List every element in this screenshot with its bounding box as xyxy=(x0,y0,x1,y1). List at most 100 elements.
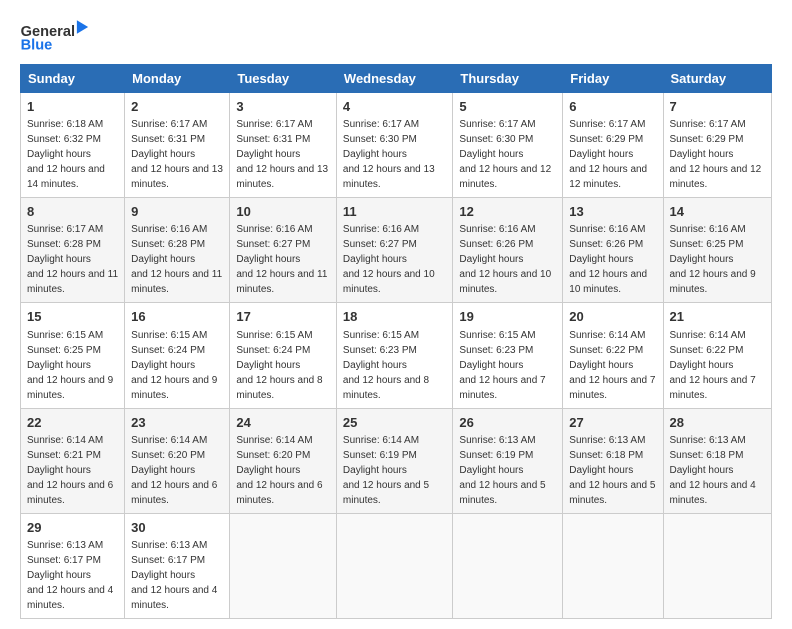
day-number: 22 xyxy=(27,414,118,432)
calendar-table: SundayMondayTuesdayWednesdayThursdayFrid… xyxy=(20,64,772,619)
day-info: Sunrise: 6:16 AMSunset: 6:25 PMDaylight … xyxy=(670,224,756,295)
day-info: Sunrise: 6:13 AMSunset: 6:18 PMDaylight … xyxy=(670,435,756,506)
day-cell: 29Sunrise: 6:13 AMSunset: 6:17 PMDayligh… xyxy=(21,513,125,618)
day-number: 26 xyxy=(459,414,556,432)
svg-text:Blue: Blue xyxy=(21,38,53,54)
weekday-header-saturday: Saturday xyxy=(663,65,772,93)
day-number: 7 xyxy=(670,98,766,116)
day-number: 27 xyxy=(569,414,656,432)
day-info: Sunrise: 6:17 AMSunset: 6:29 PMDaylight … xyxy=(569,119,647,190)
day-info: Sunrise: 6:17 AMSunset: 6:31 PMDaylight … xyxy=(131,119,223,190)
day-number: 14 xyxy=(670,203,766,221)
week-row-1: 1 Sunrise: 6:18 AMSunset: 6:32 PMDaylight… xyxy=(21,93,772,198)
week-row-5: 29 Sunrise: 6:13 AMSunset: 6:17 PMDayligh… xyxy=(21,513,772,618)
day-number: 13 xyxy=(569,203,656,221)
day-cell: 6 Sunrise: 6:17 AMSunset: 6:29 PMDaylight… xyxy=(563,93,663,198)
header-row: SundayMondayTuesdayWednesdayThursdayFrid… xyxy=(21,65,772,93)
day-info: Sunrise: 6:16 AMSunset: 6:26 PMDaylight … xyxy=(459,224,551,295)
logo: GeneralBlue xyxy=(20,18,100,54)
day-cell: 17 Sunrise: 6:15 AMSunset: 6:24 PMDayligh… xyxy=(230,303,337,408)
day-cell: 25 Sunrise: 6:14 AMSunset: 6:19 PMDayligh… xyxy=(336,408,453,513)
week-row-4: 22 Sunrise: 6:14 AMSunset: 6:21 PMDayligh… xyxy=(21,408,772,513)
day-cell xyxy=(453,513,563,618)
day-number: 1 xyxy=(27,98,118,116)
day-info: Sunrise: 6:16 AMSunset: 6:27 PMDaylight … xyxy=(343,224,435,295)
day-number: 19 xyxy=(459,308,556,326)
day-cell: 18 Sunrise: 6:15 AMSunset: 6:23 PMDayligh… xyxy=(336,303,453,408)
day-number: 6 xyxy=(569,98,656,116)
day-cell xyxy=(663,513,772,618)
weekday-header-friday: Friday xyxy=(563,65,663,93)
week-row-3: 15 Sunrise: 6:15 AMSunset: 6:25 PMDayligh… xyxy=(21,303,772,408)
day-info: Sunrise: 6:13 AMSunset: 6:17 PMDaylight … xyxy=(131,540,217,611)
day-info: Sunrise: 6:14 AMSunset: 6:21 PMDaylight … xyxy=(27,435,113,506)
day-cell: 23 Sunrise: 6:14 AMSunset: 6:20 PMDayligh… xyxy=(125,408,230,513)
day-cell: 19 Sunrise: 6:15 AMSunset: 6:23 PMDayligh… xyxy=(453,303,563,408)
day-info: Sunrise: 6:17 AMSunset: 6:30 PMDaylight … xyxy=(459,119,551,190)
day-info: Sunrise: 6:17 AMSunset: 6:28 PMDaylight … xyxy=(27,224,118,295)
weekday-header-thursday: Thursday xyxy=(453,65,563,93)
day-number: 17 xyxy=(236,308,330,326)
day-info: Sunrise: 6:18 AMSunset: 6:32 PMDaylight … xyxy=(27,119,105,190)
day-info: Sunrise: 6:15 AMSunset: 6:23 PMDaylight … xyxy=(459,330,545,401)
day-number: 11 xyxy=(343,203,447,221)
day-number: 30 xyxy=(131,519,223,537)
day-info: Sunrise: 6:16 AMSunset: 6:28 PMDaylight … xyxy=(131,224,222,295)
day-cell: 7 Sunrise: 6:17 AMSunset: 6:29 PMDaylight… xyxy=(663,93,772,198)
day-number: 23 xyxy=(131,414,223,432)
day-number: 3 xyxy=(236,98,330,116)
day-cell: 22 Sunrise: 6:14 AMSunset: 6:21 PMDayligh… xyxy=(21,408,125,513)
day-cell: 28 Sunrise: 6:13 AMSunset: 6:18 PMDayligh… xyxy=(663,408,772,513)
day-number: 25 xyxy=(343,414,447,432)
day-cell xyxy=(230,513,337,618)
day-info: Sunrise: 6:16 AMSunset: 6:27 PMDaylight … xyxy=(236,224,327,295)
day-cell: 11 Sunrise: 6:16 AMSunset: 6:27 PMDayligh… xyxy=(336,198,453,303)
day-number: 15 xyxy=(27,308,118,326)
day-cell: 3 Sunrise: 6:17 AMSunset: 6:31 PMDaylight… xyxy=(230,93,337,198)
day-cell: 21 Sunrise: 6:14 AMSunset: 6:22 PMDayligh… xyxy=(663,303,772,408)
day-number: 21 xyxy=(670,308,766,326)
day-cell: 5 Sunrise: 6:17 AMSunset: 6:30 PMDaylight… xyxy=(453,93,563,198)
day-info: Sunrise: 6:15 AMSunset: 6:24 PMDaylight … xyxy=(236,330,322,401)
day-cell xyxy=(563,513,663,618)
day-cell: 14 Sunrise: 6:16 AMSunset: 6:25 PMDayligh… xyxy=(663,198,772,303)
day-number: 9 xyxy=(131,203,223,221)
day-number: 4 xyxy=(343,98,447,116)
day-cell: 27 Sunrise: 6:13 AMSunset: 6:18 PMDayligh… xyxy=(563,408,663,513)
weekday-header-wednesday: Wednesday xyxy=(336,65,453,93)
day-info: Sunrise: 6:14 AMSunset: 6:19 PMDaylight … xyxy=(343,435,429,506)
day-info: Sunrise: 6:17 AMSunset: 6:30 PMDaylight … xyxy=(343,119,435,190)
day-cell: 26 Sunrise: 6:13 AMSunset: 6:19 PMDayligh… xyxy=(453,408,563,513)
weekday-header-monday: Monday xyxy=(125,65,230,93)
day-info: Sunrise: 6:16 AMSunset: 6:26 PMDaylight … xyxy=(569,224,647,295)
day-info: Sunrise: 6:15 AMSunset: 6:24 PMDaylight … xyxy=(131,330,217,401)
day-number: 5 xyxy=(459,98,556,116)
day-number: 10 xyxy=(236,203,330,221)
day-info: Sunrise: 6:14 AMSunset: 6:20 PMDaylight … xyxy=(236,435,322,506)
day-info: Sunrise: 6:13 AMSunset: 6:18 PMDaylight … xyxy=(569,435,655,506)
day-cell xyxy=(336,513,453,618)
day-cell: 9 Sunrise: 6:16 AMSunset: 6:28 PMDaylight… xyxy=(125,198,230,303)
day-cell: 16 Sunrise: 6:15 AMSunset: 6:24 PMDayligh… xyxy=(125,303,230,408)
day-number: 18 xyxy=(343,308,447,326)
day-cell: 13 Sunrise: 6:16 AMSunset: 6:26 PMDayligh… xyxy=(563,198,663,303)
day-cell: 24Sunrise: 6:14 AMSunset: 6:20 PMDayligh… xyxy=(230,408,337,513)
day-info: Sunrise: 6:14 AMSunset: 6:22 PMDaylight … xyxy=(670,330,756,401)
day-info: Sunrise: 6:17 AMSunset: 6:31 PMDaylight … xyxy=(236,119,328,190)
day-info: Sunrise: 6:13 AMSunset: 6:19 PMDaylight … xyxy=(459,435,545,506)
header: GeneralBlue xyxy=(20,18,772,54)
day-cell: 12Sunrise: 6:16 AMSunset: 6:26 PMDayligh… xyxy=(453,198,563,303)
day-info: Sunrise: 6:15 AMSunset: 6:23 PMDaylight … xyxy=(343,330,429,401)
day-info: Sunrise: 6:17 AMSunset: 6:29 PMDaylight … xyxy=(670,119,762,190)
day-info: Sunrise: 6:14 AMSunset: 6:22 PMDaylight … xyxy=(569,330,655,401)
day-cell: 30 Sunrise: 6:13 AMSunset: 6:17 PMDayligh… xyxy=(125,513,230,618)
day-number: 16 xyxy=(131,308,223,326)
day-number: 20 xyxy=(569,308,656,326)
page: GeneralBlue SundayMondayTuesdayWednesday… xyxy=(0,0,792,629)
day-number: 29 xyxy=(27,519,118,537)
day-number: 28 xyxy=(670,414,766,432)
day-info: Sunrise: 6:14 AMSunset: 6:20 PMDaylight … xyxy=(131,435,217,506)
day-cell: 4 Sunrise: 6:17 AMSunset: 6:30 PMDaylight… xyxy=(336,93,453,198)
weekday-header-sunday: Sunday xyxy=(21,65,125,93)
day-info: Sunrise: 6:15 AMSunset: 6:25 PMDaylight … xyxy=(27,330,113,401)
